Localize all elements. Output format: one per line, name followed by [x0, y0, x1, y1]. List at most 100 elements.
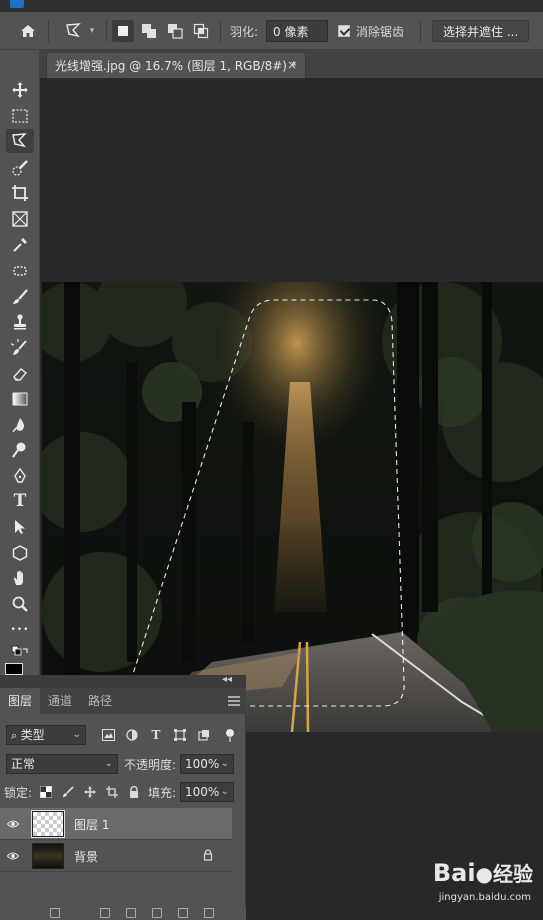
more-tools-icon[interactable]: ••• — [6, 618, 34, 642]
frame-tool-icon[interactable] — [6, 207, 34, 231]
healing-brush-tool-icon[interactable] — [6, 259, 34, 283]
paw-icon: ● — [475, 862, 493, 886]
fill-value: 100% — [185, 785, 220, 799]
layer-thumbnail — [31, 810, 65, 838]
fill-label: 填充: — [148, 786, 177, 800]
blend-opacity-row: 正常 ⌄ 不透明度: 100% ⌄ — [0, 751, 246, 777]
collapse-icon[interactable]: ◂◂ — [222, 674, 232, 685]
tab-layers[interactable]: 图层 — [0, 688, 41, 714]
chevron-down-icon: ⌄ — [104, 758, 113, 769]
select-and-mask-button[interactable]: 选择并遮住 ... — [432, 20, 530, 42]
tool-preset-picker[interactable]: ▾ — [58, 20, 100, 42]
filter-toggle-icon[interactable] — [222, 727, 238, 743]
brush-tool-icon[interactable] — [6, 285, 34, 309]
subtract-from-selection-button[interactable] — [164, 20, 186, 42]
add-layer-style-icon[interactable] — [100, 908, 110, 918]
checkbox-checked-icon — [338, 25, 350, 37]
divider — [106, 20, 107, 42]
quick-selection-tool-icon[interactable] — [6, 156, 34, 180]
crop-tool-icon[interactable] — [6, 181, 34, 205]
filter-kind-value: 类型 — [20, 728, 45, 742]
chevron-down-icon: ▾ — [89, 26, 95, 36]
new-selection-button[interactable] — [112, 20, 134, 42]
gradient-tool-icon[interactable] — [6, 387, 34, 411]
chevron-down-icon: ⌄ — [220, 786, 229, 797]
filter-smart-object-icon[interactable] — [196, 727, 212, 743]
document-tab-bar: 光线增强.jpg @ 16.7% (图层 1, RGB/8#) * × — [40, 50, 543, 78]
filter-kind-select[interactable]: ⌕ 类型 ⌄ — [6, 725, 86, 745]
home-icon[interactable] — [14, 20, 42, 42]
divider — [48, 20, 49, 42]
hand-tool-icon[interactable] — [6, 566, 34, 590]
eye-icon[interactable] — [7, 818, 19, 830]
panel-tabs: 图层 通道 路径 — [0, 688, 246, 714]
dodge-tool-icon[interactable] — [6, 438, 34, 462]
chevron-down-icon: ⌄ — [220, 758, 229, 769]
panel-collapse-strip[interactable]: ◂◂ — [0, 674, 246, 688]
blend-mode-select[interactable]: 正常 ⌄ — [6, 754, 118, 774]
lock-image-pixels-icon[interactable] — [60, 784, 76, 800]
link-layers-icon[interactable] — [50, 908, 60, 918]
chevron-down-icon: ⌄ — [72, 729, 81, 740]
eye-icon[interactable] — [7, 850, 19, 862]
filter-pixel-icon[interactable] — [100, 727, 116, 743]
shape-tool-icon[interactable] — [6, 541, 34, 565]
feather-label: 羽化: — [230, 24, 259, 39]
new-group-icon[interactable] — [152, 908, 162, 918]
opacity-input[interactable]: 100% ⌄ — [180, 754, 234, 774]
blur-tool-icon[interactable] — [6, 413, 34, 437]
layer-filter-row: ⌕ 类型 ⌄ T — [0, 722, 246, 748]
panel-menu-icon[interactable] — [228, 696, 240, 706]
antialias-label: 消除锯齿 — [356, 24, 405, 39]
close-icon[interactable]: × — [287, 58, 297, 72]
tab-channels[interactable]: 通道 — [40, 688, 80, 714]
layer-row-layer1[interactable]: 图层 1 — [0, 808, 232, 840]
filter-shape-icon[interactable] — [172, 727, 188, 743]
blend-mode-value: 正常 — [11, 757, 36, 771]
antialias-checkbox[interactable]: 消除锯齿 — [338, 20, 404, 42]
menu-bar — [0, 0, 543, 12]
zoom-tool-icon[interactable] — [6, 592, 34, 616]
eyedropper-tool-icon[interactable] — [6, 233, 34, 257]
lock-all-icon[interactable] — [126, 784, 142, 800]
search-icon: ⌕ — [11, 729, 21, 742]
polygonal-lasso-tool-icon[interactable] — [6, 129, 34, 153]
divider — [220, 20, 221, 42]
divider — [420, 20, 421, 42]
photoshop-logo-icon — [10, 0, 24, 8]
intersect-selection-button[interactable] — [190, 20, 212, 42]
move-tool-icon[interactable] — [6, 78, 34, 102]
delete-layer-icon[interactable] — [204, 908, 214, 918]
add-mask-icon[interactable] — [126, 908, 136, 918]
forest-road-image — [42, 282, 543, 732]
filter-type-icon[interactable]: T — [148, 727, 164, 743]
eraser-tool-icon[interactable] — [6, 362, 34, 386]
clone-stamp-tool-icon[interactable] — [6, 310, 34, 334]
document-tab[interactable]: 光线增强.jpg @ 16.7% (图层 1, RGB/8#) * × — [46, 52, 306, 78]
opacity-label: 不透明度: — [124, 758, 177, 772]
layers-panel-footer — [0, 906, 246, 920]
history-brush-tool-icon[interactable] — [6, 336, 34, 360]
add-to-selection-button[interactable] — [138, 20, 160, 42]
pen-tool-icon[interactable] — [6, 464, 34, 488]
lock-icon[interactable] — [202, 849, 214, 861]
filter-adjustment-icon[interactable] — [124, 727, 140, 743]
layer-thumbnail — [32, 843, 64, 869]
layer-name: 图层 1 — [74, 818, 110, 832]
feather-input[interactable]: 0 像素 — [266, 20, 328, 42]
watermark-logo-text: Bai — [432, 859, 476, 887]
lock-artboard-icon[interactable] — [104, 784, 120, 800]
fill-input[interactable]: 100% ⌄ — [180, 782, 234, 802]
layer-name: 背景 — [74, 850, 99, 864]
lock-transparent-pixels-icon[interactable] — [38, 784, 54, 800]
new-layer-icon[interactable] — [178, 908, 188, 918]
path-selection-tool-icon[interactable] — [6, 515, 34, 539]
layer-row-background[interactable]: 背景 — [0, 840, 232, 872]
options-bar: ▾ 羽化: 0 像素 消除锯齿 选择并遮住 ... — [0, 12, 543, 50]
lock-position-icon[interactable] — [82, 784, 98, 800]
rect-marquee-tool-icon[interactable] — [6, 104, 34, 128]
tab-paths[interactable]: 路径 — [80, 688, 120, 714]
type-tool-icon[interactable]: T — [6, 489, 34, 513]
foreground-color-swatch[interactable] — [4, 662, 24, 676]
forest-road-photo[interactable] — [42, 282, 543, 732]
